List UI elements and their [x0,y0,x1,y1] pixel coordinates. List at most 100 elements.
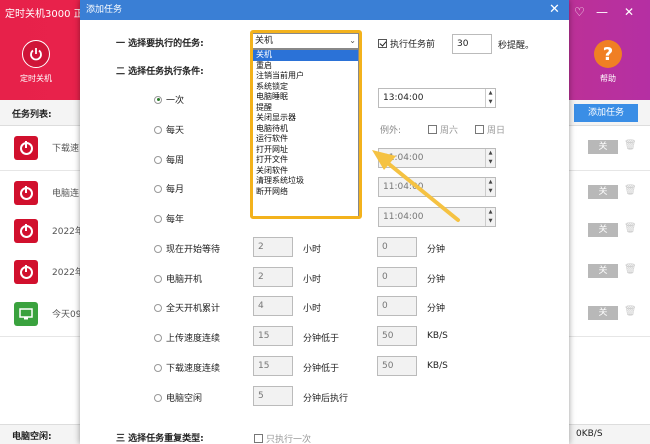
trash-icon[interactable]: 🗑 [624,185,637,196]
radio-from-now[interactable]: 现在开始等待 [154,242,220,255]
radio-monthly-label: 每月 [166,185,185,195]
radio-icon[interactable] [154,155,162,164]
close-icon[interactable]: ✕ [624,5,634,19]
radio-daily-label: 每天 [166,126,185,136]
yearly-time-input[interactable]: 11:04:00 ▲ ▼ [378,207,496,227]
spinner-icon[interactable]: ▲ ▼ [485,178,495,196]
task-text: 电脑连 [52,189,80,199]
radio-daily[interactable]: 每天 [154,123,184,136]
unit-kbs: KB/S [427,361,448,371]
radio-icon[interactable] [154,95,162,104]
repeat-once-checkbox[interactable]: 只执行一次 [254,432,311,444]
shirt-icon[interactable]: ♡ [574,5,585,19]
download-speed-input[interactable]: 50 [377,356,417,376]
upload-speed-input[interactable]: 50 [377,326,417,346]
once-time-input[interactable]: 13:04:00 ▲ ▼ [378,88,496,108]
boot-minutes-input[interactable]: 0 [377,267,417,287]
checkbox-icon[interactable] [378,39,387,48]
unit-kbs: KB/S [427,331,448,341]
exception-sun-label: 周日 [487,126,506,136]
checkbox-icon[interactable] [254,434,263,443]
idle-label: 电脑空闲: [12,432,52,442]
from-now-minutes-input[interactable]: 0 [377,237,417,257]
toggle-switch[interactable]: 关 [588,223,618,237]
pre-remind-checkbox[interactable]: 执行任务前 [378,37,435,50]
unit-hour: 小时 [303,245,322,255]
power-button[interactable]: 定时关机 [20,40,52,84]
radio-boot[interactable]: 电脑开机 [154,272,202,285]
minimize-icon[interactable]: — [596,5,608,19]
radio-uptime-label: 全天开机累计 [166,304,221,314]
radio-weekly[interactable]: 每周 [154,153,184,166]
radio-idle[interactable]: 电脑空闲 [154,391,202,404]
radio-download-label: 下载速度连续 [166,364,221,374]
monthly-time-input[interactable]: 11:04:00 ▲ ▼ [378,177,496,197]
uptime-minutes-input[interactable]: 0 [377,296,417,316]
radio-icon[interactable] [154,214,162,223]
section-condition-label: 二 选择任务执行条件: [116,67,204,77]
radio-idle-label: 电脑空闲 [166,394,203,404]
section-task-label: 一 选择要执行的任务: [116,39,204,49]
exception-sun[interactable]: 周日 [475,123,505,136]
trash-icon[interactable]: 🗑 [624,306,637,317]
help-button[interactable]: ? 帮助 [594,40,622,84]
radio-icon[interactable] [154,274,162,283]
toggle-switch[interactable]: 关 [588,185,618,199]
radio-download[interactable]: 下载速度连续 [154,361,220,374]
unit-below: 分钟低于 [303,364,340,374]
exception-sat[interactable]: 周六 [428,123,458,136]
power-icon [14,260,38,284]
trash-icon[interactable]: 🗑 [624,223,637,234]
radio-from-now-label: 现在开始等待 [166,245,221,255]
monitor-icon [14,302,38,326]
repeat-once-label: 只执行一次 [266,435,312,444]
unit-below: 分钟低于 [303,334,340,344]
radio-monthly[interactable]: 每月 [154,182,184,195]
radio-icon[interactable] [154,184,162,193]
help-label: 帮助 [600,74,616,83]
checkbox-icon[interactable] [475,125,484,134]
spinner-icon[interactable]: ▲ ▼ [485,208,495,226]
unit-after-exec: 分钟后执行 [303,394,349,404]
radio-icon[interactable] [154,363,162,372]
trash-icon[interactable]: 🗑 [624,140,637,151]
from-now-hours-input[interactable]: 2 [253,237,293,257]
pre-remind-suffix: 秒提醒。 [498,41,535,51]
radio-once[interactable]: 一次 [154,93,184,106]
radio-icon[interactable] [154,303,162,312]
radio-icon[interactable] [154,333,162,342]
task-text: 下载速 [52,144,80,154]
weekly-time-input[interactable]: 11:04:00 ▲ ▼ [378,148,496,168]
boot-hours-input[interactable]: 2 [253,267,293,287]
exception-label: 例外: [380,126,402,136]
close-icon[interactable]: ✕ [549,2,560,17]
upload-minutes-input[interactable]: 15 [253,326,293,346]
radio-icon[interactable] [154,244,162,253]
checkbox-icon[interactable] [428,125,437,134]
toggle-switch[interactable]: 关 [588,264,618,278]
radio-icon[interactable] [154,393,162,402]
radio-weekly-label: 每周 [166,156,185,166]
section-repeat-label: 三 选择任务重复类型: [116,434,204,444]
toggle-switch[interactable]: 关 [588,140,618,154]
highlight-box [250,30,362,219]
toggle-switch[interactable]: 关 [588,306,618,320]
pre-remind-seconds-input[interactable]: 30 [452,34,492,54]
download-minutes-input[interactable]: 15 [253,356,293,376]
power-icon [14,136,38,160]
uptime-hours-input[interactable]: 4 [253,296,293,316]
radio-icon[interactable] [154,125,162,134]
spinner-icon[interactable]: ▲ ▼ [485,89,495,107]
radio-upload[interactable]: 上传速度连续 [154,331,220,344]
spinner-icon[interactable]: ▲ ▼ [485,149,495,167]
weekly-time-value: 11:04:00 [383,153,424,163]
trash-icon[interactable]: 🗑 [624,264,637,275]
unit-minute: 分钟 [427,245,446,255]
add-task-button[interactable]: 添加任务 [574,104,638,122]
unit-minute: 分钟 [427,304,446,314]
dialog-title: 添加任务 [80,0,569,20]
radio-yearly[interactable]: 每年 [154,212,184,225]
radio-uptime[interactable]: 全天开机累计 [154,301,220,314]
radio-upload-label: 上传速度连续 [166,334,221,344]
idle-minutes-input[interactable]: 5 [253,386,293,406]
